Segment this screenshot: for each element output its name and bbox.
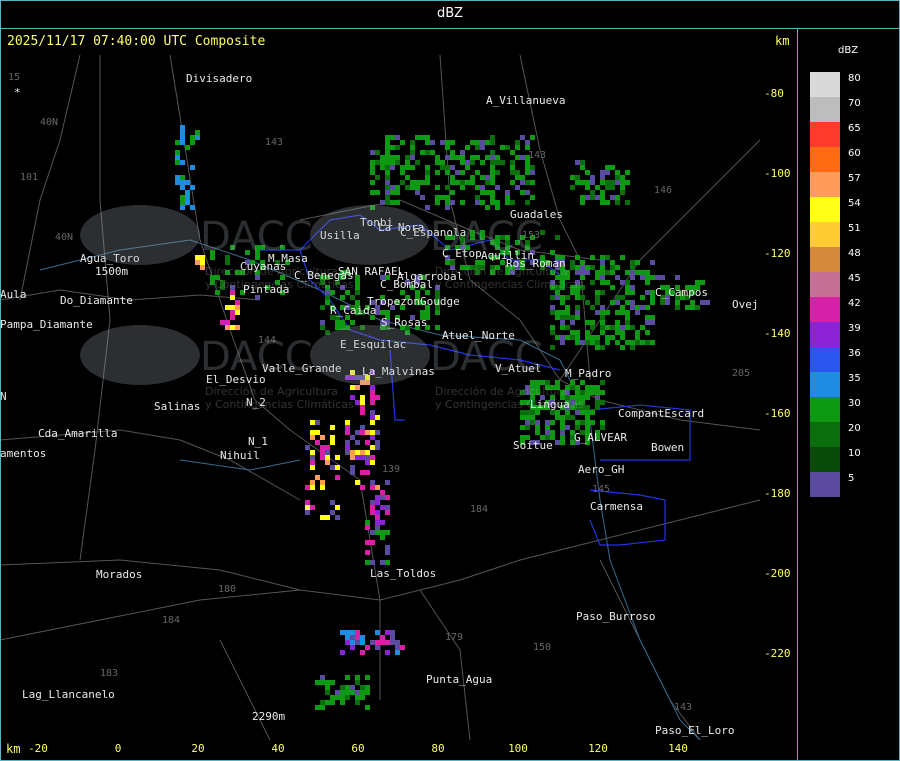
- legend-title: dBZ: [838, 45, 859, 56]
- legend-swatch: [810, 97, 840, 122]
- legend-value: 60: [848, 148, 861, 159]
- legend-swatch: [810, 447, 840, 472]
- legend-value: 42: [848, 298, 861, 309]
- panel-divider: [797, 28, 798, 761]
- legend-value: 5: [848, 473, 855, 484]
- timestamp-label: 2025/11/17 07:40:00 UTC Composite: [7, 34, 266, 49]
- x-tick-label: 20: [191, 742, 205, 755]
- x-tick-label: -20: [28, 742, 48, 755]
- unit-label-top: km: [775, 34, 790, 48]
- x-tick-label: 60: [351, 742, 365, 755]
- legend-value: 35: [848, 373, 861, 384]
- legend-swatch: [810, 322, 840, 347]
- x-tick-label: 140: [668, 742, 688, 755]
- legend-swatch: [810, 397, 840, 422]
- legend-swatch: [810, 72, 840, 97]
- legend-value: 45: [848, 273, 861, 284]
- legend-swatch: [810, 222, 840, 247]
- y-tick-label: -140: [764, 327, 791, 340]
- legend-swatch: [810, 197, 840, 222]
- legend-value: 39: [848, 323, 861, 334]
- x-tick-label: 0: [114, 742, 122, 755]
- x-tick-label: 80: [431, 742, 445, 755]
- y-tick-label: -80: [764, 87, 784, 100]
- legend-value: 20: [848, 423, 861, 434]
- y-tick-label: -160: [764, 407, 791, 420]
- legend-swatch: [810, 122, 840, 147]
- legend-value: 54: [848, 198, 861, 209]
- y-tick-label: -180: [764, 487, 791, 500]
- legend-swatch: [810, 472, 840, 497]
- legend-swatch: [810, 147, 840, 172]
- x-tick-label: 40: [271, 742, 285, 755]
- legend-swatch: [810, 297, 840, 322]
- legend-swatch: [810, 272, 840, 297]
- window-title: dBZ: [436, 6, 464, 21]
- x-tick-label: 120: [588, 742, 608, 755]
- legend-value: 80: [848, 73, 861, 84]
- legend-value: 10: [848, 448, 861, 459]
- legend-value: 30: [848, 398, 861, 409]
- legend-value: 51: [848, 223, 861, 234]
- legend-value: 36: [848, 348, 861, 359]
- legend-value: 65: [848, 123, 861, 134]
- x-tick-label: 100: [508, 742, 528, 755]
- legend-value: 48: [848, 248, 861, 259]
- legend-swatch: [810, 422, 840, 447]
- legend-swatch: [810, 347, 840, 372]
- legend-swatch: [810, 372, 840, 397]
- y-tick-label: -120: [764, 247, 791, 260]
- title-bar: dBZ: [0, 0, 900, 29]
- legend-value: 70: [848, 98, 861, 109]
- legend-value: 57: [848, 173, 861, 184]
- y-tick-label: -100: [764, 167, 791, 180]
- y-tick-label: -220: [764, 647, 791, 660]
- y-tick-label: -200: [764, 567, 791, 580]
- legend-swatch: [810, 247, 840, 272]
- legend-swatch: [810, 172, 840, 197]
